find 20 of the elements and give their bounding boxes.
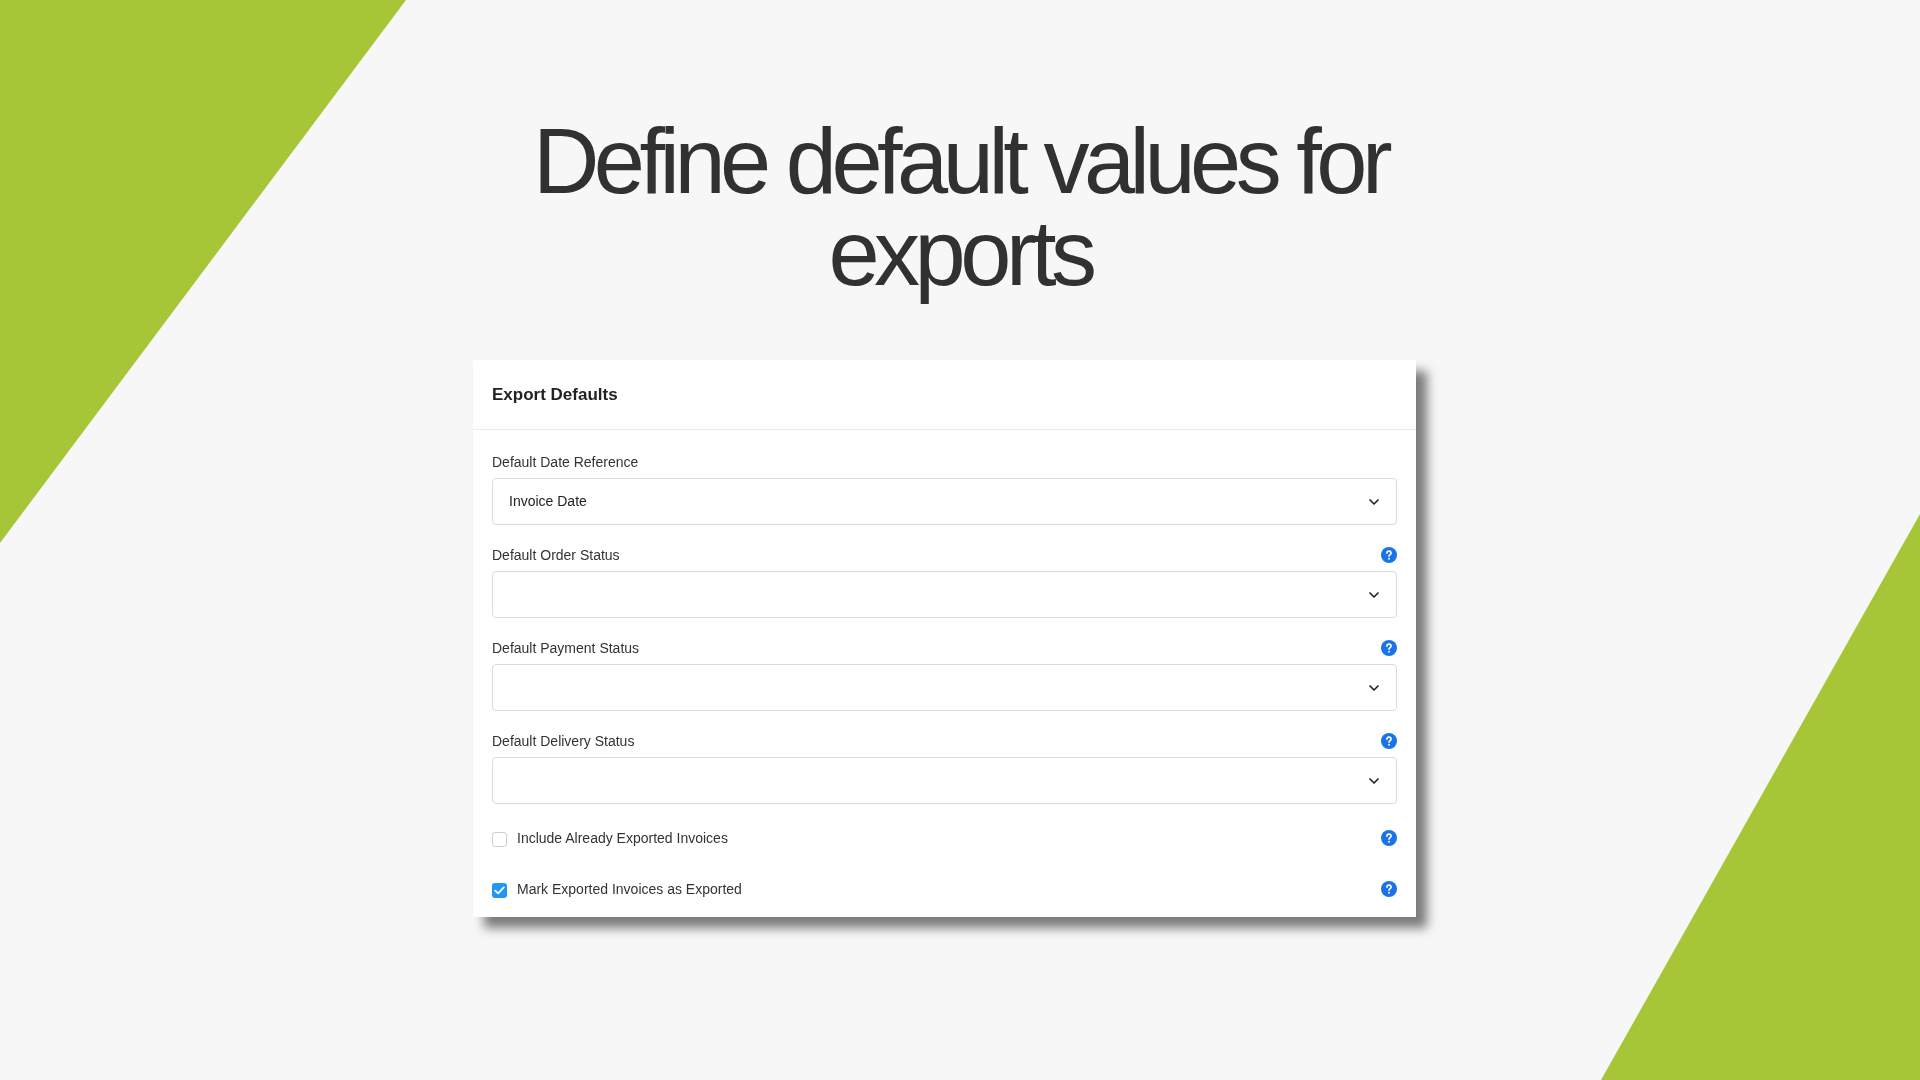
dropdown-field[interactable] [492, 664, 1397, 711]
page-title: Define default values for exports [531, 115, 1389, 306]
checkbox[interactable] [492, 832, 507, 847]
field-label: Default Date Reference [492, 452, 639, 472]
dropdown-field[interactable]: Invoice Date [492, 478, 1397, 525]
dropdown-field[interactable] [492, 571, 1397, 618]
help-icon[interactable] [1381, 733, 1397, 749]
checkbox-label: Include Already Exported Invoices [517, 828, 728, 848]
help-icon[interactable] [1381, 830, 1397, 846]
dropdown-field[interactable] [492, 757, 1397, 804]
card-title: Export Defaults [492, 383, 618, 406]
checkbox-label: Mark Exported Invoices as Exported [517, 879, 742, 899]
checkbox[interactable] [492, 883, 507, 898]
check-icon [494, 886, 505, 895]
help-icon[interactable] [1381, 640, 1397, 656]
field-label: Default Payment Status [492, 638, 640, 658]
field-label: Default Delivery Status [492, 731, 635, 751]
help-icon[interactable] [1381, 547, 1397, 563]
help-icon[interactable] [1381, 881, 1397, 897]
field-label: Default Order Status [492, 545, 620, 565]
